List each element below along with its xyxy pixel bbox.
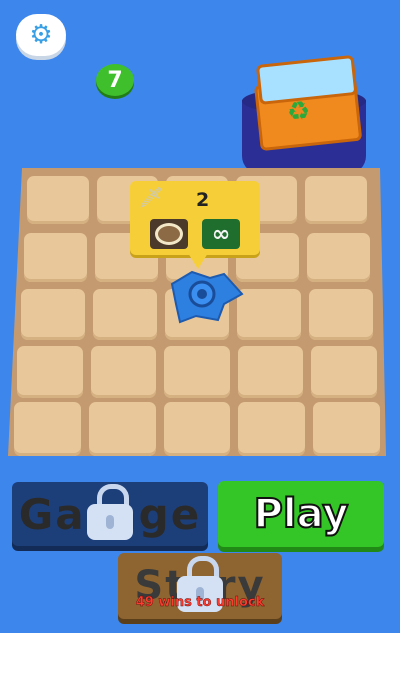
board-tile[interactable] [238,402,306,456]
infinity-symbol: ∞ [211,221,231,247]
board-tile[interactable] [305,176,367,224]
ring-icon [155,223,183,245]
story-button[interactable]: Story 49 wins to unlock [118,553,282,619]
level-badge: 7 [96,64,134,96]
infinity-icon: ∞ [202,219,240,249]
story-unlock-text: 49 wins to unlock [135,595,265,610]
spinning-blade-icon[interactable] [162,264,244,324]
board-tile[interactable] [92,289,157,340]
board-tile[interactable] [14,402,81,456]
board-tile[interactable] [313,402,380,456]
recycle-crate[interactable]: ♻ [252,54,363,152]
board-tile[interactable] [90,345,157,398]
board-tile[interactable] [311,345,377,398]
lock-icon [87,484,133,544]
board-tile[interactable] [163,402,231,456]
board-tile[interactable] [237,289,302,340]
board-tile[interactable] [164,345,230,398]
board-tile[interactable] [20,289,85,340]
play-label: Play [253,490,350,538]
game-stage: ⚙ 7 ♻ 🗡 2 ∞ Garage Pla [0,0,400,633]
weapon-count: 2 [196,189,210,211]
gear-icon: ⚙ [29,20,53,50]
tooltip-tail [188,253,208,269]
level-number: 7 [107,67,123,93]
board-tile[interactable] [237,345,304,398]
board-tile[interactable] [17,345,83,398]
weapon-tooltip: 🗡 2 ∞ [130,181,260,269]
settings-button[interactable]: ⚙ [16,14,66,56]
board-tile[interactable] [23,232,87,282]
board-tile[interactable] [88,402,156,456]
bottom-area [0,633,400,700]
recycle-icon: ♻ [285,95,312,129]
board-tile[interactable] [309,289,374,340]
ring-slot [150,219,188,249]
sword-icon: 🗡 [138,185,164,209]
board-tile[interactable] [307,232,371,282]
board-tile[interactable] [27,176,89,224]
play-button[interactable]: Play [218,481,384,547]
garage-button[interactable]: Garage [12,482,208,546]
